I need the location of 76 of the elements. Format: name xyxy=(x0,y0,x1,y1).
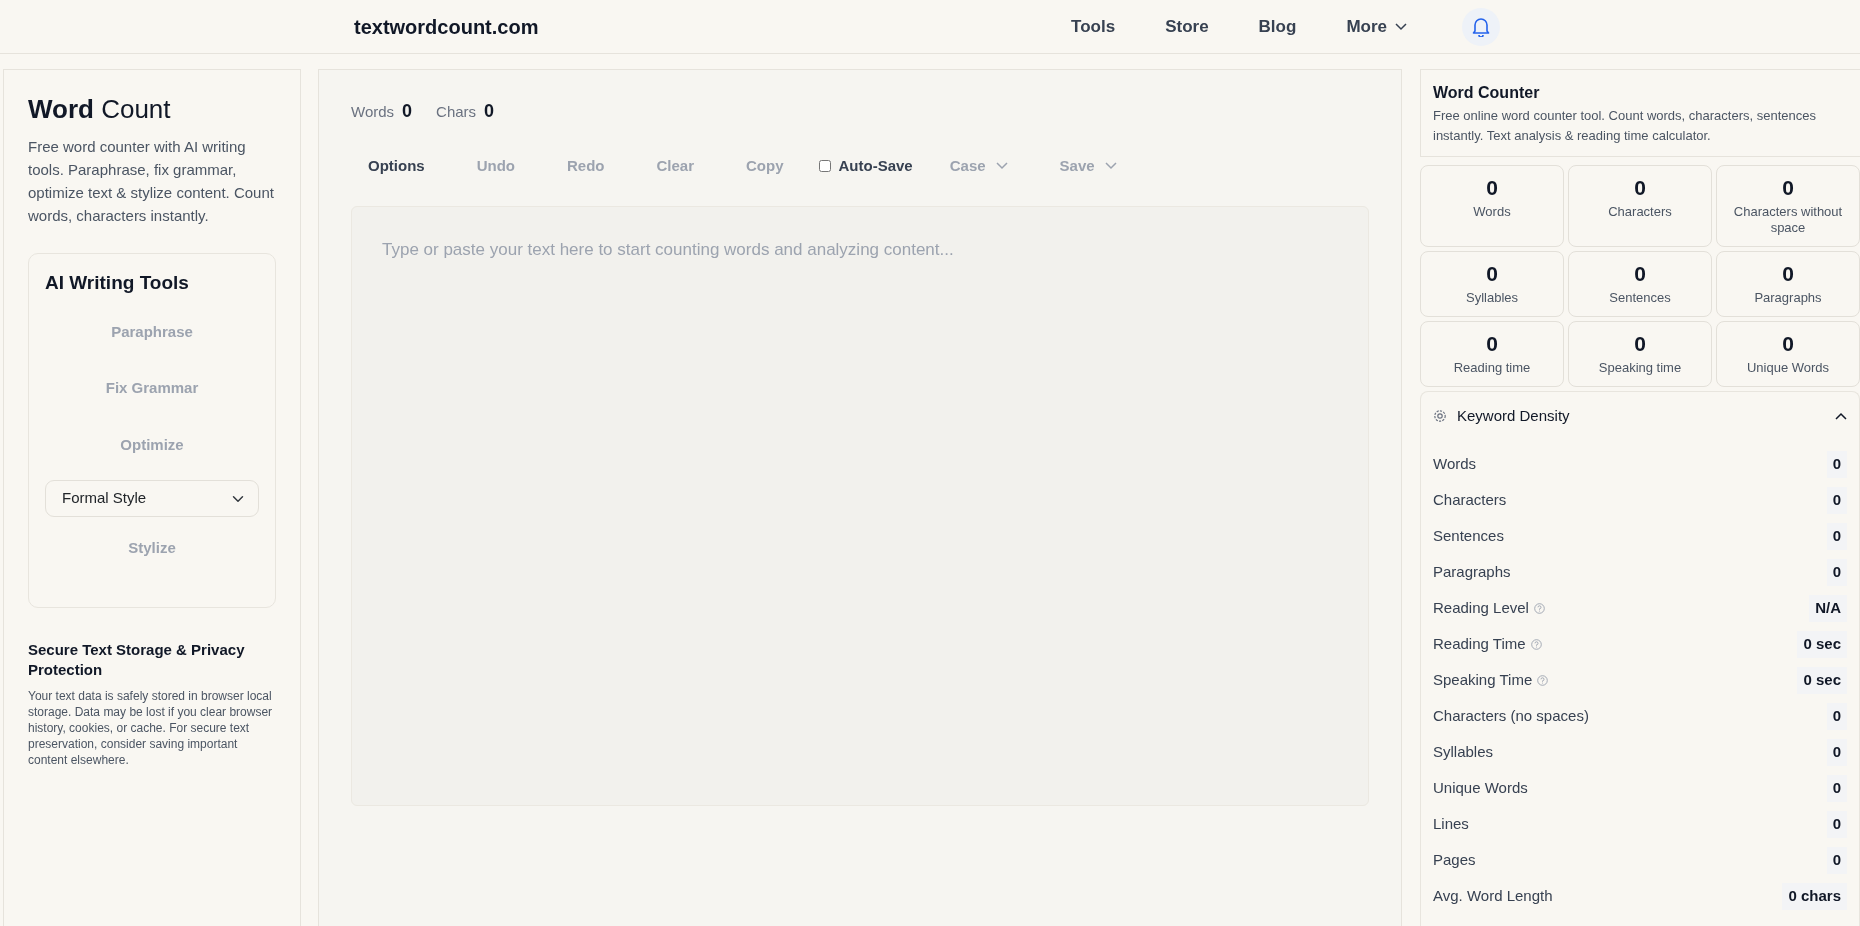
stat-value: N/A xyxy=(1809,595,1847,622)
panel-description: Free online word counter tool. Count words, characters, sentences instantly. Text analysis & reading time calculator. xyxy=(1433,107,1817,146)
nav-link[interactable]: Store xyxy=(1140,7,1234,46)
stat-value: 0 xyxy=(1485,176,1499,201)
stat-label: Unique Words xyxy=(1433,778,1528,799)
help-icon[interactable] xyxy=(1537,675,1549,687)
stat-value: 0 xyxy=(1781,332,1795,357)
stat-label: Words xyxy=(1433,454,1477,475)
stat-label: Paragraphs xyxy=(1753,290,1823,307)
chevron-down-icon xyxy=(1104,162,1117,171)
stat-value: 0 xyxy=(1826,811,1847,838)
count-value: 0 xyxy=(402,101,413,121)
stat-value: 0 xyxy=(1826,739,1847,766)
privacy-text: Your text data is safely stored in browser local storage. Data may be lost if you clear browser history, cookies, or cache. For secure text preservation, consider saving important content elsewhere. xyxy=(28,688,274,769)
count-label: Chars xyxy=(436,103,477,120)
stat-label: Unique Words xyxy=(1745,360,1831,377)
toolbar-button[interactable]: Options xyxy=(351,147,442,186)
gear-icon xyxy=(1433,409,1447,424)
stat-label: Avg. Word Length xyxy=(1433,886,1553,907)
stat-label: Pages xyxy=(1433,850,1476,871)
panel-title: Word Counter xyxy=(1433,83,1541,103)
stat-value: 0 xyxy=(1781,176,1795,201)
bell-icon xyxy=(1472,16,1490,37)
stat-value: 0 xyxy=(1633,262,1647,287)
stat-label: Paragraphs xyxy=(1433,562,1511,583)
keyword-density-toggle[interactable]: Keyword Density xyxy=(1421,392,1859,441)
chevron-down-icon xyxy=(1395,22,1407,31)
stat-label: Characters xyxy=(1607,204,1673,221)
nav-link[interactable]: Tools xyxy=(1046,7,1141,46)
stat-value: 0 chars xyxy=(1782,883,1847,910)
auto-save-checkbox[interactable] xyxy=(818,160,831,173)
chevron-down-icon xyxy=(995,162,1008,171)
count-value: 0 xyxy=(484,101,495,121)
stat-value: 0 sec xyxy=(1797,631,1847,658)
stat-value: 0 xyxy=(1826,847,1847,874)
stat-label: Syllables xyxy=(1465,290,1519,307)
stat-label: Speaking Time xyxy=(1433,670,1533,691)
style-select[interactable]: Formal Style xyxy=(45,480,259,517)
stat-value: 0 xyxy=(1633,332,1647,357)
stat-value: 0 xyxy=(1826,703,1847,730)
stat-value: 0 xyxy=(1826,451,1847,478)
stat-value: 0 xyxy=(1826,523,1847,550)
stat-value: 0 xyxy=(1826,559,1847,586)
count-label: Words xyxy=(351,103,395,120)
stat-label: Characters xyxy=(1433,490,1507,511)
stat-value: 0 xyxy=(1633,176,1647,201)
stat-label: Syllables xyxy=(1433,742,1494,763)
nav-link[interactable]: More xyxy=(1321,7,1432,46)
stat-label: Reading Level xyxy=(1433,598,1529,619)
stat-value: 0 xyxy=(1826,775,1847,802)
help-icon[interactable] xyxy=(1533,603,1545,615)
notifications-button[interactable] xyxy=(1462,7,1500,46)
nav-link[interactable]: Blog xyxy=(1233,7,1322,46)
checkbox-label[interactable]: Auto-Save xyxy=(838,155,913,178)
stat-label: Reading Time xyxy=(1433,634,1526,655)
stat-value: 0 xyxy=(1485,262,1499,287)
stat-label: Characters (no spaces) xyxy=(1433,706,1589,727)
collapse-icon xyxy=(1835,412,1847,421)
stat-label: Lines xyxy=(1433,814,1469,835)
stat-value: 0 sec xyxy=(1797,667,1847,694)
page-description: Free word counter with AI writing tools. Paraphrase, fix grammar, optimize text & stylize content. Count words, characters instantly. xyxy=(28,137,275,227)
stat-label: Characters without space xyxy=(1732,204,1844,237)
help-icon[interactable] xyxy=(1530,639,1542,651)
page-title: Word Count xyxy=(28,94,172,126)
stat-value: 0 xyxy=(1826,487,1847,514)
card-title: AI Writing Tools xyxy=(45,272,190,295)
stat-label: Speaking time xyxy=(1597,360,1683,377)
text-input-area[interactable]: Type or paste your text here to start counting words and analyzing content... xyxy=(351,205,1369,806)
stat-value: 0 xyxy=(1485,332,1499,357)
privacy-title: Secure Text Storage & Privacy Protection xyxy=(28,640,246,681)
stat-label: Sentences xyxy=(1608,290,1672,307)
stat-label: Sentences xyxy=(1433,526,1504,547)
stat-label: Words xyxy=(1472,204,1512,221)
stat-label: Reading time xyxy=(1452,360,1532,377)
stat-value: 0 xyxy=(1781,262,1795,287)
site-logo[interactable]: textwordcount.com xyxy=(354,11,539,42)
